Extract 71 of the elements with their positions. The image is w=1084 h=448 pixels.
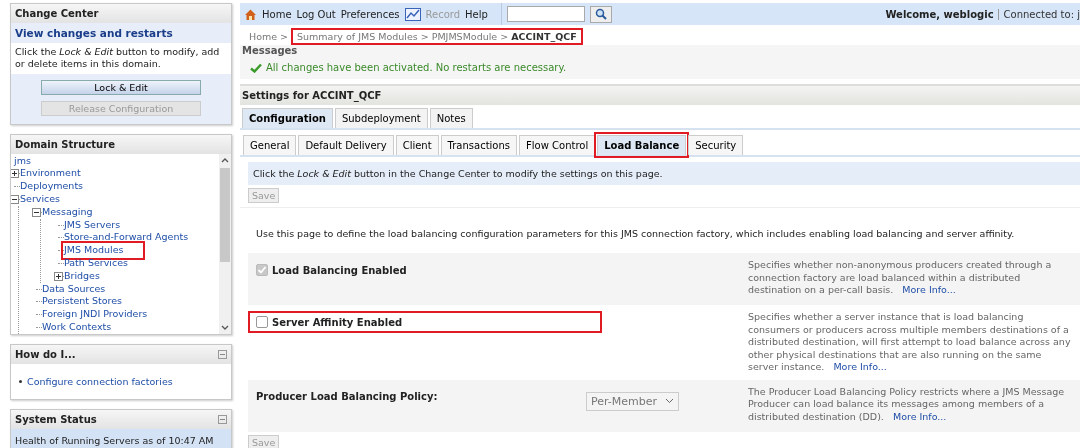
chevron-down-icon [665, 398, 675, 405]
search-field[interactable] [506, 6, 585, 22]
tree-item[interactable]: Persistent Stores [42, 295, 123, 309]
panel-title: Change Center [11, 4, 231, 23]
tree-root[interactable]: jms [14, 154, 31, 166]
setting-label: Server Affinity Enabled [272, 316, 404, 328]
tree-item[interactable]: Deployments [20, 180, 84, 194]
toolbar-link[interactable]: Log Out [296, 8, 336, 20]
setting-label: Load Balancing Enabled [272, 264, 408, 276]
status-text: Health of Running Servers as of 10:47 AM [11, 428, 231, 448]
view-changes-link[interactable]: View changes and restarts [11, 23, 231, 43]
setting-help-text: Specifies whether a server instance that is load balancing consumers or producers across multiple members destinations of a distributed destination, will first attempt to load balance across any other physical destinations that are also running on the same server instance. More Info... [748, 311, 1072, 374]
collapse-icon[interactable] [11, 194, 19, 204]
messages-title: Messages [241, 45, 299, 56]
lock-edit-button[interactable]: Lock & Edit [41, 79, 201, 95]
page-description: Use this page to define the load balancing configuration parameters for this JMS connection factory, which includes enabling load balancing and server affinity. [255, 227, 1016, 241]
connection-text: Connected to: j [1003, 8, 1080, 20]
tab[interactable]: Flow Control [519, 135, 596, 155]
breadcrumb-link[interactable]: Summary of JMS Modules > [297, 31, 429, 42]
tree-item[interactable]: Work Contexts [42, 321, 112, 334]
tree-item[interactable]: Data Sources [42, 282, 106, 296]
toolbar-link[interactable]: Help [465, 8, 488, 20]
instruction-text: Click the Lock & Edit button to modify, add or delete items in this domain. [11, 43, 231, 74]
home-icon[interactable] [244, 7, 257, 21]
tree-item[interactable]: Environment [20, 167, 81, 181]
setting-help-text: The Producer Load Balancing Policy restricts where a JMS Message Producer can load balance its messages among members of a distributed destination (DD). More Info... [748, 385, 1066, 424]
bullet-icon [19, 379, 22, 383]
setting-label: Producer Load Balancing Policy: [256, 390, 439, 402]
info-message: Click the Lock & Edit button in the Change Center to modify the settings on this page. [248, 162, 1080, 185]
tree-item[interactable]: JMS Modules [64, 244, 142, 258]
scroll-up-icon[interactable] [221, 156, 229, 163]
tree-item[interactable]: Store-and-Forward Agents [64, 231, 189, 245]
tab[interactable]: Notes [429, 108, 473, 128]
task-link[interactable]: Configure connection factories [27, 375, 173, 387]
tab[interactable]: Transactions [440, 135, 518, 155]
panel-title: How do I... [15, 348, 76, 360]
success-message: All changes have been activated. No restarts are necessary. [266, 62, 567, 73]
chart-icon[interactable] [404, 7, 421, 21]
expand-icon[interactable] [11, 169, 19, 179]
tab[interactable]: Load Balance [597, 135, 687, 155]
checkmark-icon [250, 62, 262, 73]
tree-item[interactable]: JMS Servers [64, 218, 121, 232]
tab[interactable]: Security [688, 135, 744, 155]
welcome-text: Welcome, weblogic [885, 8, 999, 20]
tree-item[interactable]: Services [20, 193, 61, 206]
breadcrumb-current[interactable]: ACCINT_QCF [511, 31, 577, 42]
search-button[interactable] [589, 5, 612, 23]
scroll-down-icon[interactable] [221, 324, 229, 331]
collapse-icon[interactable] [32, 207, 41, 217]
tree-item[interactable]: Messaging [42, 205, 93, 219]
tree-item[interactable]: Foreign JNDI Providers [42, 308, 148, 322]
expand-icon[interactable] [54, 271, 63, 281]
tree-item[interactable]: Bridges [64, 269, 100, 283]
checkbox[interactable] [256, 316, 268, 328]
panel-title: Domain Structure [11, 134, 231, 154]
breadcrumb-link[interactable]: Home > [249, 31, 289, 42]
scrollbar[interactable] [219, 153, 231, 334]
tab[interactable]: Configuration [242, 108, 333, 128]
tab[interactable]: Client [395, 135, 439, 155]
scroll-thumb[interactable] [220, 167, 230, 262]
more-info-link[interactable]: More Info... [833, 361, 887, 373]
toolbar-link[interactable]: Home [262, 8, 292, 20]
panel-title: System Status [15, 413, 97, 425]
tab[interactable]: General [243, 135, 297, 155]
settings-title: Settings for ACCINT_QCF [240, 84, 1080, 105]
setting-help-text: Specifies whether non-anonymous producers created through a connection factory are load balanced within a distributed destination on a per-call basis. More Info... [748, 259, 1053, 298]
breadcrumb-link[interactable]: PMJMSModule > [431, 31, 509, 42]
tree-item[interactable]: Path Services [64, 257, 128, 270]
tab[interactable]: Subdeployment [334, 108, 428, 128]
tab[interactable]: Default Delivery [298, 135, 394, 155]
toolbar-link[interactable]: Preferences [340, 8, 400, 20]
